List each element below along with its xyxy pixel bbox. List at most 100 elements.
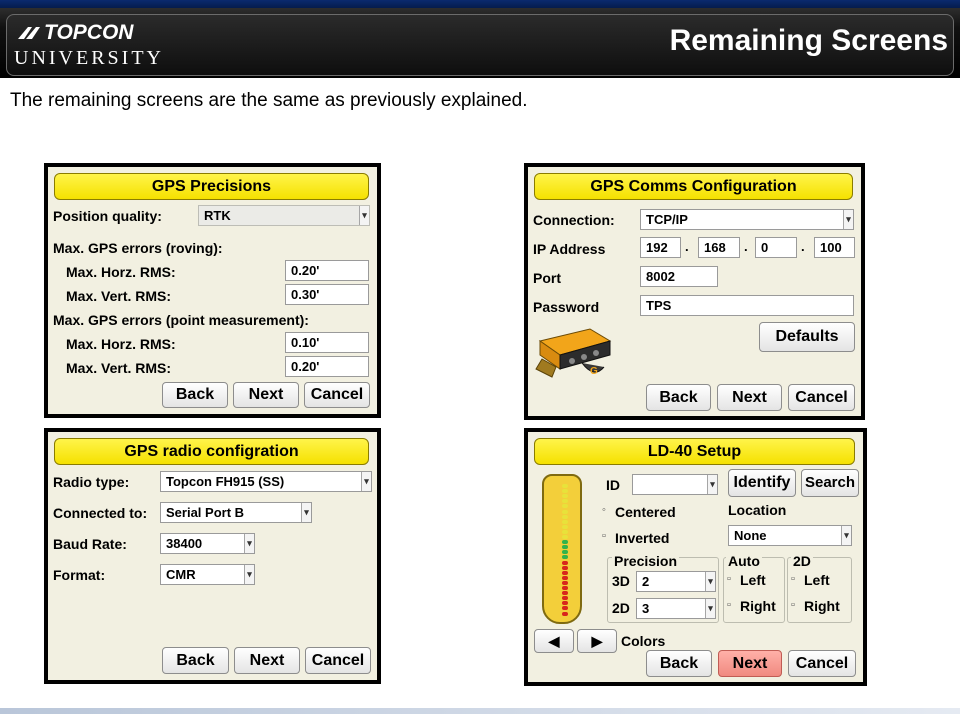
led-light	[562, 514, 568, 519]
cancel-button[interactable]: Cancel	[305, 647, 371, 674]
panel-title: GPS Precisions	[54, 173, 369, 200]
location-label: Location	[728, 502, 787, 518]
led-light	[562, 519, 568, 524]
led-light	[562, 555, 568, 560]
logo-topcon-text: TOPCON	[44, 21, 134, 44]
precision-3d-value: 2	[642, 574, 650, 589]
triangle-right-icon: ▶	[591, 633, 603, 649]
baud-rate-value: 38400	[166, 536, 203, 551]
ip-octet-3-input[interactable]: 0	[755, 237, 797, 258]
logo-university-text: UNIVERSITY	[14, 47, 164, 69]
centered-radio[interactable]: ◦	[602, 504, 606, 516]
cancel-button[interactable]: Cancel	[304, 382, 370, 408]
identify-button[interactable]: Identify	[728, 469, 796, 497]
led-light	[562, 499, 568, 504]
radio-type-select[interactable]: Topcon FH915 (SS) ▾	[160, 471, 372, 492]
port-label: Port	[533, 270, 561, 286]
led-light	[562, 535, 568, 539]
precision-2d-value: 3	[642, 601, 650, 616]
led-light	[562, 524, 568, 529]
inverted-radio[interactable]: ▫	[602, 530, 606, 542]
auto-right-checkbox[interactable]: ▫	[727, 599, 731, 611]
led-light	[562, 575, 568, 580]
chevron-down-icon: ▾	[301, 503, 311, 522]
cancel-button[interactable]: Cancel	[788, 384, 855, 411]
id-select[interactable]: ▾	[632, 474, 718, 495]
next-button[interactable]: Next	[234, 647, 300, 674]
gps-comms-panel: GPS Comms Configuration Connection: TCP/…	[524, 163, 865, 420]
next-button[interactable]: Next	[717, 384, 782, 411]
led-light	[562, 601, 568, 606]
triangle-left-icon: ◀	[548, 633, 560, 649]
roving-horz-label: Max. Horz. RMS:	[66, 264, 176, 280]
led-light	[562, 504, 568, 509]
led-light	[562, 596, 568, 601]
two-d-right-checkbox[interactable]: ▫	[791, 599, 795, 611]
precision-2d-select[interactable]: 3 ▾	[636, 598, 716, 619]
chevron-down-icon: ▾	[244, 534, 254, 553]
connected-to-select[interactable]: Serial Port B ▾	[160, 502, 312, 523]
back-button[interactable]: Back	[646, 650, 712, 677]
defaults-button[interactable]: Defaults	[759, 322, 855, 352]
led-light	[562, 545, 568, 550]
chevron-down-icon: ▾	[841, 526, 851, 545]
format-value: CMR	[166, 567, 196, 582]
auto-right-label: Right	[740, 598, 776, 614]
panel-title: GPS Comms Configuration	[534, 173, 853, 200]
gps-receiver-icon: G	[535, 328, 612, 378]
header-top-bar	[0, 0, 960, 8]
point-vert-label: Max. Vert. RMS:	[66, 360, 172, 376]
led-light	[562, 494, 568, 499]
two-d-left-checkbox[interactable]: ▫	[791, 573, 795, 585]
colors-next-button[interactable]: ▶	[577, 629, 617, 653]
roving-vert-input[interactable]: 0.30'	[285, 284, 369, 305]
next-button[interactable]: Next	[718, 650, 782, 677]
topcon-logo-icon	[18, 27, 40, 39]
chevron-down-icon: ▾	[707, 475, 717, 494]
cancel-button[interactable]: Cancel	[788, 650, 856, 677]
back-button[interactable]: Back	[646, 384, 711, 411]
back-button[interactable]: Back	[162, 647, 229, 674]
slide-header: TOPCON UNIVERSITY Remaining Screens	[0, 0, 960, 78]
roving-heading: Max. GPS errors (roving):	[53, 240, 223, 256]
precision-3d-select[interactable]: 2 ▾	[636, 571, 716, 592]
ip-address-label: IP Address	[533, 241, 606, 257]
location-select[interactable]: None ▾	[728, 525, 852, 546]
ip-octet-2-input[interactable]: 168	[698, 237, 740, 258]
search-button[interactable]: Search	[801, 469, 859, 497]
port-input[interactable]: 8002	[640, 266, 718, 287]
point-horz-input[interactable]: 0.10'	[285, 332, 369, 353]
chevron-down-icon: ▾	[359, 206, 369, 225]
ip-octet-4-input[interactable]: 100	[814, 237, 855, 258]
roving-horz-input[interactable]: 0.20'	[285, 260, 369, 281]
led-light	[562, 484, 568, 488]
precision-label: Precision	[612, 553, 680, 569]
baud-rate-select[interactable]: 38400 ▾	[160, 533, 255, 554]
centered-label: Centered	[615, 504, 676, 520]
ip-separator: .	[744, 239, 748, 254]
point-vert-input[interactable]: 0.20'	[285, 356, 369, 377]
next-button[interactable]: Next	[233, 382, 299, 408]
auto-left-checkbox[interactable]: ▫	[727, 573, 731, 585]
connection-select[interactable]: TCP/IP ▾	[640, 209, 854, 230]
svg-text:G: G	[590, 366, 598, 377]
position-quality-label: Position quality:	[53, 208, 162, 224]
colors-prev-button[interactable]: ◀	[534, 629, 574, 653]
ip-separator: .	[801, 239, 805, 254]
chevron-down-icon: ▾	[705, 599, 715, 618]
led-light	[562, 606, 568, 611]
led-light	[562, 586, 568, 590]
back-button[interactable]: Back	[162, 382, 228, 408]
password-input[interactable]: TPS	[640, 295, 854, 316]
connection-value: TCP/IP	[646, 212, 688, 227]
led-light	[562, 611, 568, 616]
chevron-down-icon: ▾	[705, 572, 715, 591]
inverted-label: Inverted	[615, 530, 670, 546]
chevron-down-icon: ▾	[244, 565, 254, 584]
position-quality-select[interactable]: RTK ▾	[198, 205, 370, 226]
location-value: None	[734, 528, 767, 543]
ip-octet-1-input[interactable]: 192	[640, 237, 681, 258]
format-label: Format:	[53, 567, 106, 583]
two-d-label: 2D	[791, 553, 813, 569]
format-select[interactable]: CMR ▾	[160, 564, 255, 585]
